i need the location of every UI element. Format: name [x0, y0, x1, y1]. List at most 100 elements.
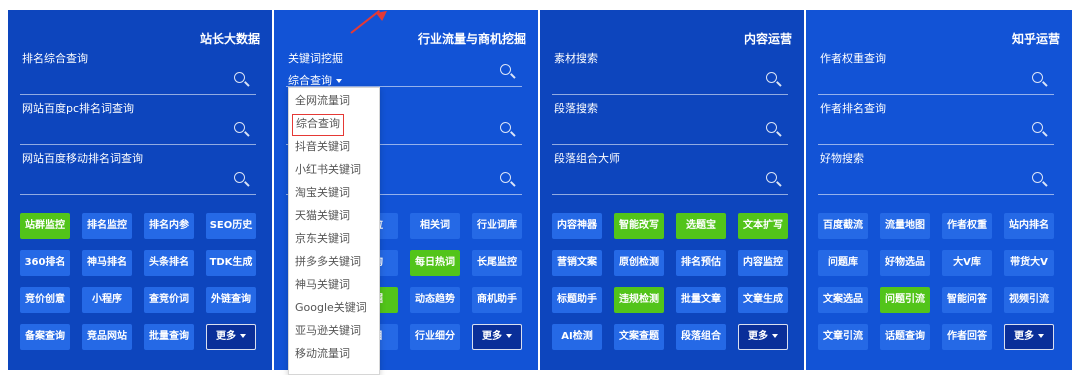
dropdown-item[interactable]: 京东关键词 — [295, 229, 350, 249]
tool-button[interactable]: 问题库 — [818, 250, 868, 276]
tool-button[interactable]: 段落组合 — [676, 324, 726, 350]
dropdown-item[interactable]: 小红书关键词 — [295, 160, 361, 180]
dropdown-item[interactable]: 全网流量词 — [295, 91, 350, 111]
tool-button[interactable]: 行业细分 — [410, 324, 460, 350]
search-icon[interactable] — [766, 172, 782, 188]
more-button[interactable]: 更多 — [1004, 324, 1054, 350]
tool-button[interactable]: 违规检测 — [614, 287, 664, 313]
query-field-author-weight[interactable]: 作者权重查询 — [818, 50, 1054, 95]
dropdown-item[interactable]: 抖音关键词 — [295, 137, 350, 157]
dropdown-item[interactable]: 天猫关键词 — [295, 206, 350, 226]
tool-button[interactable]: 360排名 — [20, 250, 70, 276]
query-field-paragraph-combo[interactable]: 段落组合大师 — [552, 150, 788, 195]
tool-button[interactable]: 带货大V — [1004, 250, 1054, 276]
tool-button[interactable]: 流量地图 — [880, 213, 930, 239]
keyword-mining-field[interactable]: 关键词挖掘 综合查询 — [286, 50, 522, 87]
query-field-baidu-mobile[interactable]: 网站百度移动排名词查询 — [20, 150, 256, 195]
tool-button[interactable]: 神马排名 — [82, 250, 132, 276]
tool-button[interactable]: 竞价创意 — [20, 287, 70, 313]
dropdown-item[interactable]: 神马关键词 — [295, 275, 350, 295]
search-icon[interactable] — [500, 64, 516, 80]
tool-button[interactable]: 智能改写 — [614, 213, 664, 239]
search-icon[interactable] — [1032, 122, 1048, 138]
tool-button[interactable]: 视频引流 — [1004, 287, 1054, 313]
tool-button[interactable]: 智能问答 — [942, 287, 992, 313]
tool-button[interactable]: 排名预估 — [676, 250, 726, 276]
search-icon[interactable] — [234, 122, 250, 138]
chevron-down-icon — [772, 334, 778, 338]
tool-button[interactable]: 排名监控 — [82, 213, 132, 239]
search-icon[interactable] — [1032, 72, 1048, 88]
tool-button[interactable]: 标题助手 — [552, 287, 602, 313]
search-icon[interactable] — [500, 122, 516, 138]
query-field-rank-combined[interactable]: 排名综合查询 — [20, 50, 256, 95]
tool-button[interactable]: 百度截流 — [818, 213, 868, 239]
tool-button[interactable]: 问题引流 — [880, 287, 930, 313]
tool-button[interactable]: 作者回答 — [942, 324, 992, 350]
field-label: 作者权重查询 — [820, 52, 886, 65]
tool-button[interactable]: 批量查询 — [144, 324, 194, 350]
tool-button[interactable]: 文章生成 — [738, 287, 788, 313]
tool-button[interactable]: 选题宝 — [676, 213, 726, 239]
search-icon[interactable] — [1032, 172, 1048, 188]
tool-button[interactable]: 原创检测 — [614, 250, 664, 276]
tool-button[interactable]: 备案查询 — [20, 324, 70, 350]
field-label: 关键词挖掘 — [288, 52, 343, 65]
tool-button[interactable]: 站群监控 — [20, 213, 70, 239]
query-field-material-search[interactable]: 素材搜索 — [552, 50, 788, 95]
dropdown-item[interactable]: 淘宝关键词 — [295, 183, 350, 203]
tool-button[interactable]: 站内排名 — [1004, 213, 1054, 239]
tool-button[interactable]: 动态趋势 — [410, 287, 460, 313]
more-button[interactable]: 更多 — [738, 324, 788, 350]
tool-button[interactable]: 头条排名 — [144, 250, 194, 276]
tool-button[interactable]: 行业词库 — [472, 213, 522, 239]
tool-button[interactable]: 文案查题 — [614, 324, 664, 350]
tool-button[interactable]: 排名内参 — [144, 213, 194, 239]
tool-button[interactable]: AI检测 — [552, 324, 602, 350]
search-icon[interactable] — [234, 172, 250, 188]
more-button[interactable]: 更多 — [472, 324, 522, 350]
tool-button[interactable]: 竞品网站 — [82, 324, 132, 350]
search-icon[interactable] — [766, 72, 782, 88]
tool-button[interactable]: 文本扩写 — [738, 213, 788, 239]
search-icon[interactable] — [234, 72, 250, 88]
search-icon[interactable] — [500, 172, 516, 188]
query-field-baidu-pc[interactable]: 网站百度pc排名词查询 — [20, 100, 256, 145]
more-button[interactable]: 更多 — [206, 324, 256, 350]
query-field-author-rank[interactable]: 作者排名查询 — [818, 100, 1054, 145]
tool-button[interactable]: 文章引流 — [818, 324, 868, 350]
dropdown-item[interactable]: Google关键词 — [295, 298, 367, 318]
panel-webmaster-data: 站长大数据 排名综合查询 网站百度pc排名词查询 网站百度移动排名词查询 站群监… — [8, 10, 272, 370]
tool-button[interactable]: 小程序 — [82, 287, 132, 313]
panel-title: 内容运营 — [743, 32, 792, 46]
dropdown-item[interactable]: 亚马逊关键词 — [295, 321, 361, 341]
tool-button[interactable]: 营销文案 — [552, 250, 602, 276]
mode-select[interactable]: 综合查询 — [288, 72, 342, 88]
tool-button[interactable]: 长尾监控 — [472, 250, 522, 276]
tool-button[interactable]: 作者权重 — [942, 213, 992, 239]
tool-button[interactable]: 查竞价词 — [144, 287, 194, 313]
panel-title: 站长大数据 — [199, 32, 260, 46]
dropdown-item[interactable]: 移动流量词 — [295, 344, 350, 364]
search-icon[interactable] — [766, 122, 782, 138]
tool-button[interactable]: 外链查询 — [206, 287, 256, 313]
tool-button[interactable]: 每日热词 — [410, 250, 460, 276]
dropdown-item[interactable]: 拼多多关键词 — [295, 252, 361, 272]
chevron-down-icon — [336, 79, 342, 83]
field-label: 好物搜索 — [820, 152, 864, 165]
tool-button[interactable]: 商机助手 — [472, 287, 522, 313]
tool-button[interactable]: SEO历史 — [206, 213, 256, 239]
dropdown-item-selected[interactable]: 综合查询 — [292, 114, 344, 136]
tool-button[interactable]: 相关词 — [410, 213, 460, 239]
tool-button[interactable]: 文案选品 — [818, 287, 868, 313]
tool-button[interactable]: 内容神器 — [552, 213, 602, 239]
panel-title: 知乎运营 — [1011, 32, 1060, 46]
tool-button[interactable]: TDK生成 — [206, 250, 256, 276]
tool-button[interactable]: 话题查询 — [880, 324, 930, 350]
tool-button[interactable]: 批量文章 — [676, 287, 726, 313]
query-field-paragraph-search[interactable]: 段落搜索 — [552, 100, 788, 145]
query-field-goods-search[interactable]: 好物搜索 — [818, 150, 1054, 195]
tool-button[interactable]: 内容监控 — [738, 250, 788, 276]
tool-button[interactable]: 大V库 — [942, 250, 992, 276]
tool-button[interactable]: 好物选品 — [880, 250, 930, 276]
